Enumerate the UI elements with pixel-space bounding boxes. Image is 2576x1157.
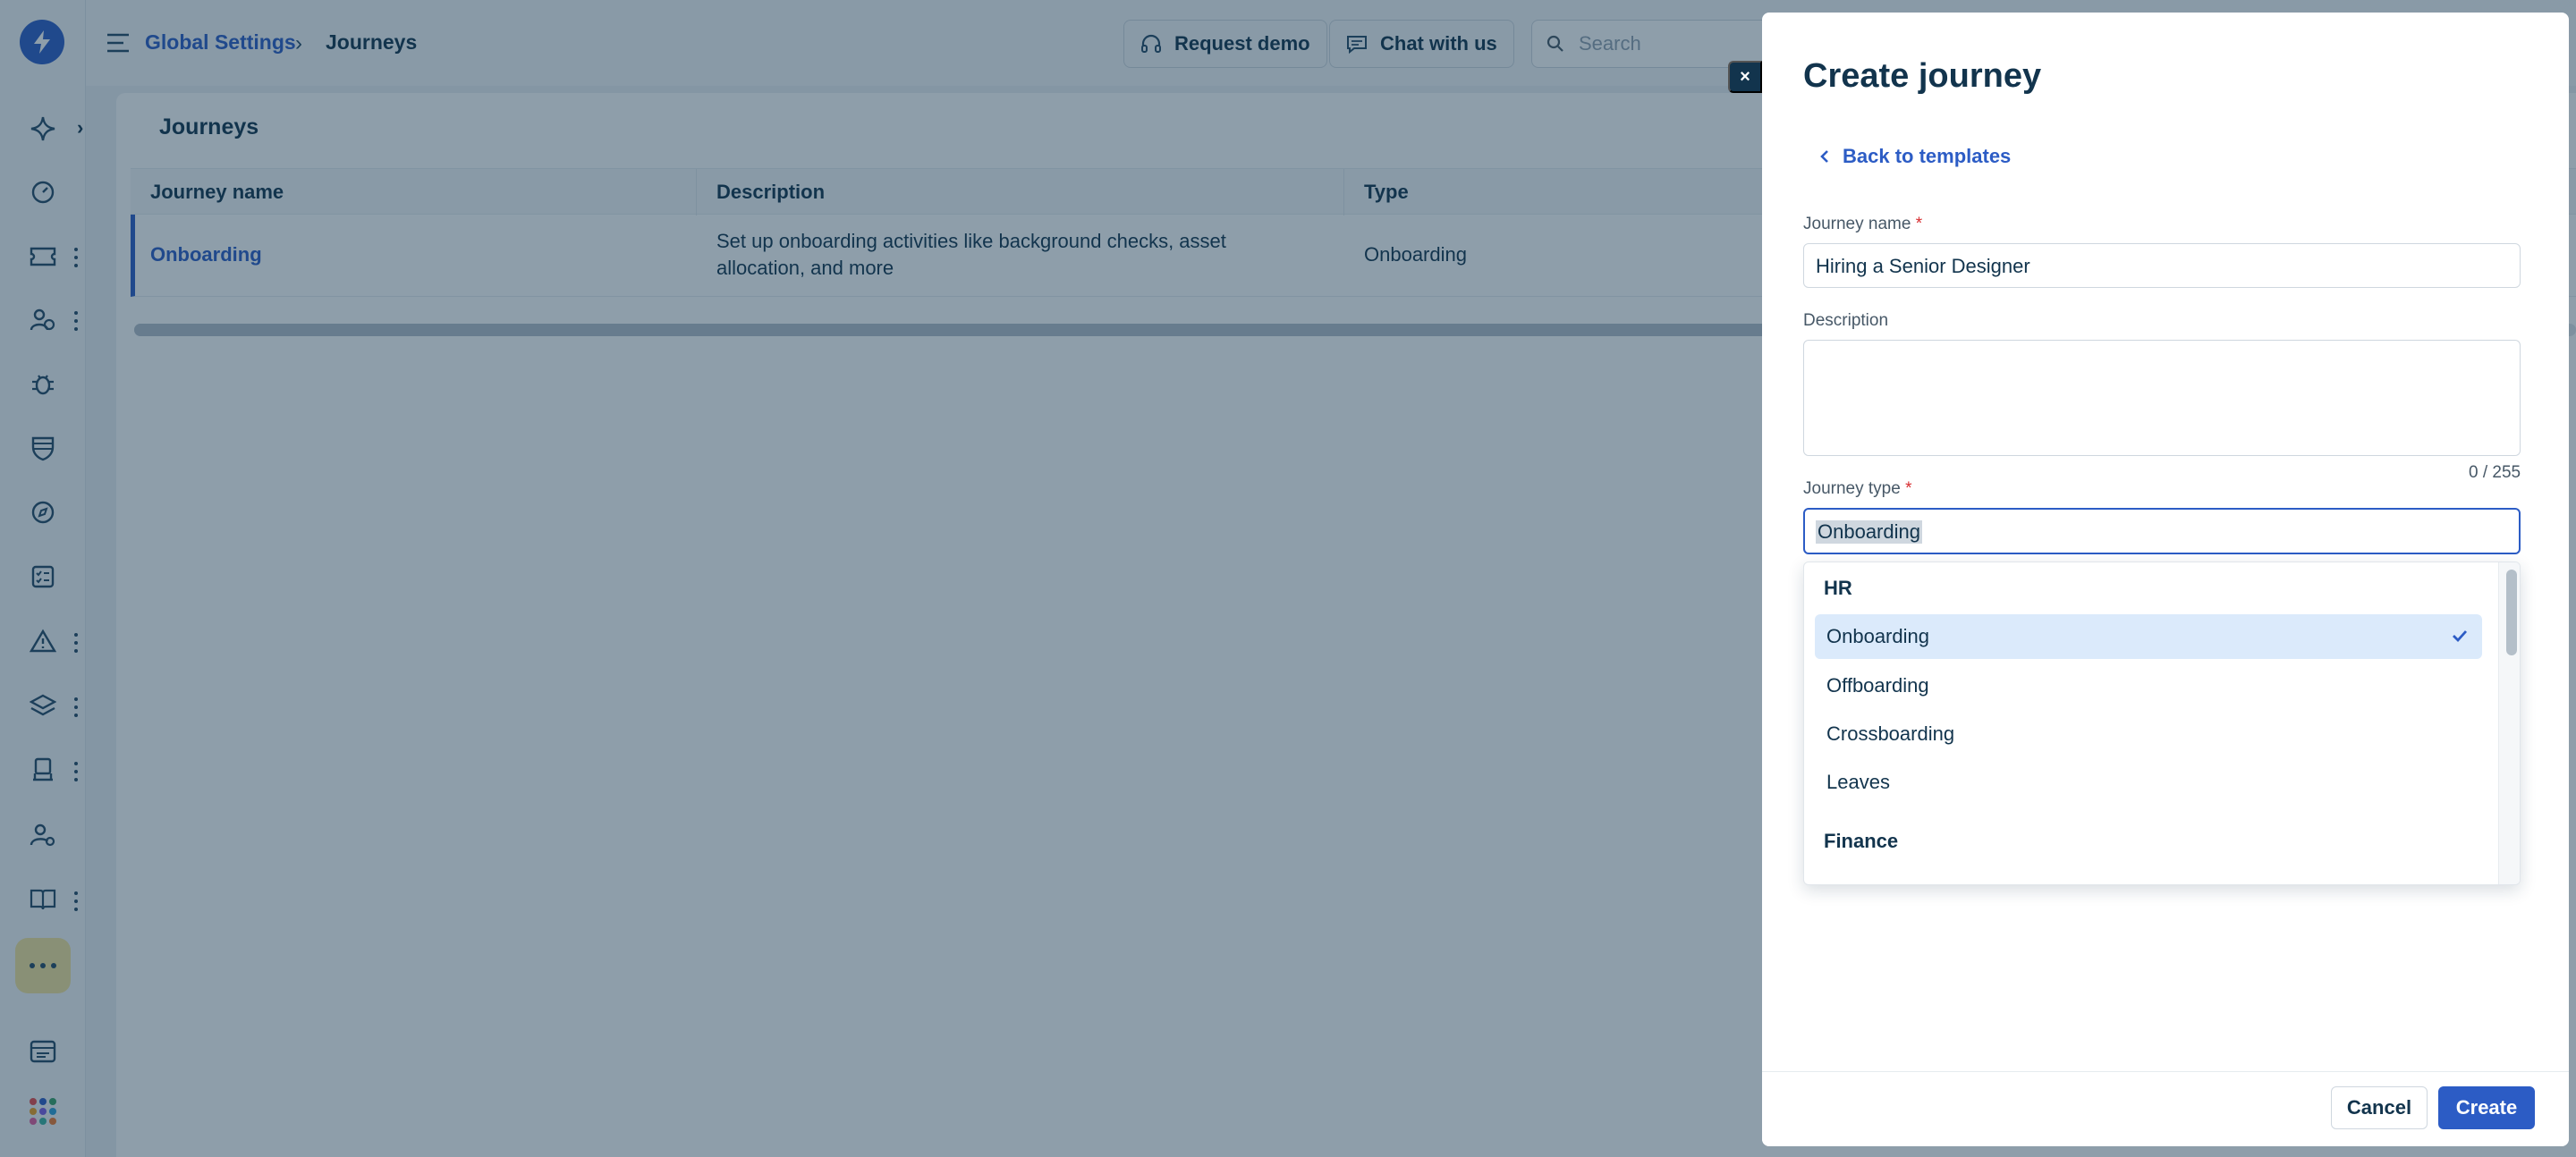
- option-offboarding[interactable]: Offboarding: [1815, 663, 2482, 708]
- journey-type-label-text: Journey type: [1803, 479, 1901, 498]
- dropdown-scrollbar-thumb[interactable]: [2506, 570, 2517, 655]
- journey-type-label: Journey type *: [1803, 479, 1911, 499]
- description-label: Description: [1803, 311, 1889, 330]
- chevron-left-icon: [1820, 150, 1828, 163]
- group-label-hr: HR: [1824, 577, 1852, 599]
- option-label: Leaves: [1826, 771, 1890, 793]
- back-to-templates-link[interactable]: Back to templates: [1819, 145, 2011, 168]
- option-label: Crossboarding: [1826, 722, 1955, 745]
- create-button[interactable]: Create: [2438, 1086, 2535, 1129]
- journey-type-dropdown: HR Onboarding Offboarding Crossboarding …: [1803, 562, 2521, 885]
- back-to-templates-label: Back to templates: [1843, 145, 2012, 167]
- character-counter: 0 / 255: [2469, 463, 2521, 482]
- journey-type-select[interactable]: Onboarding: [1803, 508, 2521, 554]
- check-icon: [2453, 630, 2468, 643]
- group-label-finance: Finance: [1824, 830, 1899, 852]
- drawer-footer: Cancel Create: [1762, 1071, 2569, 1146]
- journey-name-label-text: Journey name: [1803, 215, 1911, 233]
- description-textarea[interactable]: [1803, 340, 2521, 456]
- drawer-title: Create journey: [1803, 57, 2042, 95]
- required-asterisk: *: [1915, 215, 1923, 233]
- journey-type-value: Onboarding: [1816, 520, 1922, 544]
- option-leaves[interactable]: Leaves: [1815, 760, 2482, 805]
- required-asterisk: *: [1905, 479, 1912, 498]
- journey-name-label: Journey name *: [1803, 215, 1922, 234]
- close-drawer-button[interactable]: ×: [1728, 61, 1762, 93]
- option-label: Onboarding: [1826, 625, 1929, 647]
- option-crossboarding[interactable]: Crossboarding: [1815, 712, 2482, 756]
- dropdown-scrollbar[interactable]: [2498, 562, 2520, 884]
- cancel-button[interactable]: Cancel: [2331, 1086, 2428, 1129]
- journey-name-value: Hiring a Senior Designer: [1816, 255, 2030, 277]
- option-label: Offboarding: [1826, 674, 1929, 697]
- create-journey-drawer: Create journey Back to templates Journey…: [1762, 13, 2569, 1146]
- journey-name-field[interactable]: Hiring a Senior Designer: [1803, 243, 2521, 288]
- option-onboarding[interactable]: Onboarding: [1815, 614, 2482, 659]
